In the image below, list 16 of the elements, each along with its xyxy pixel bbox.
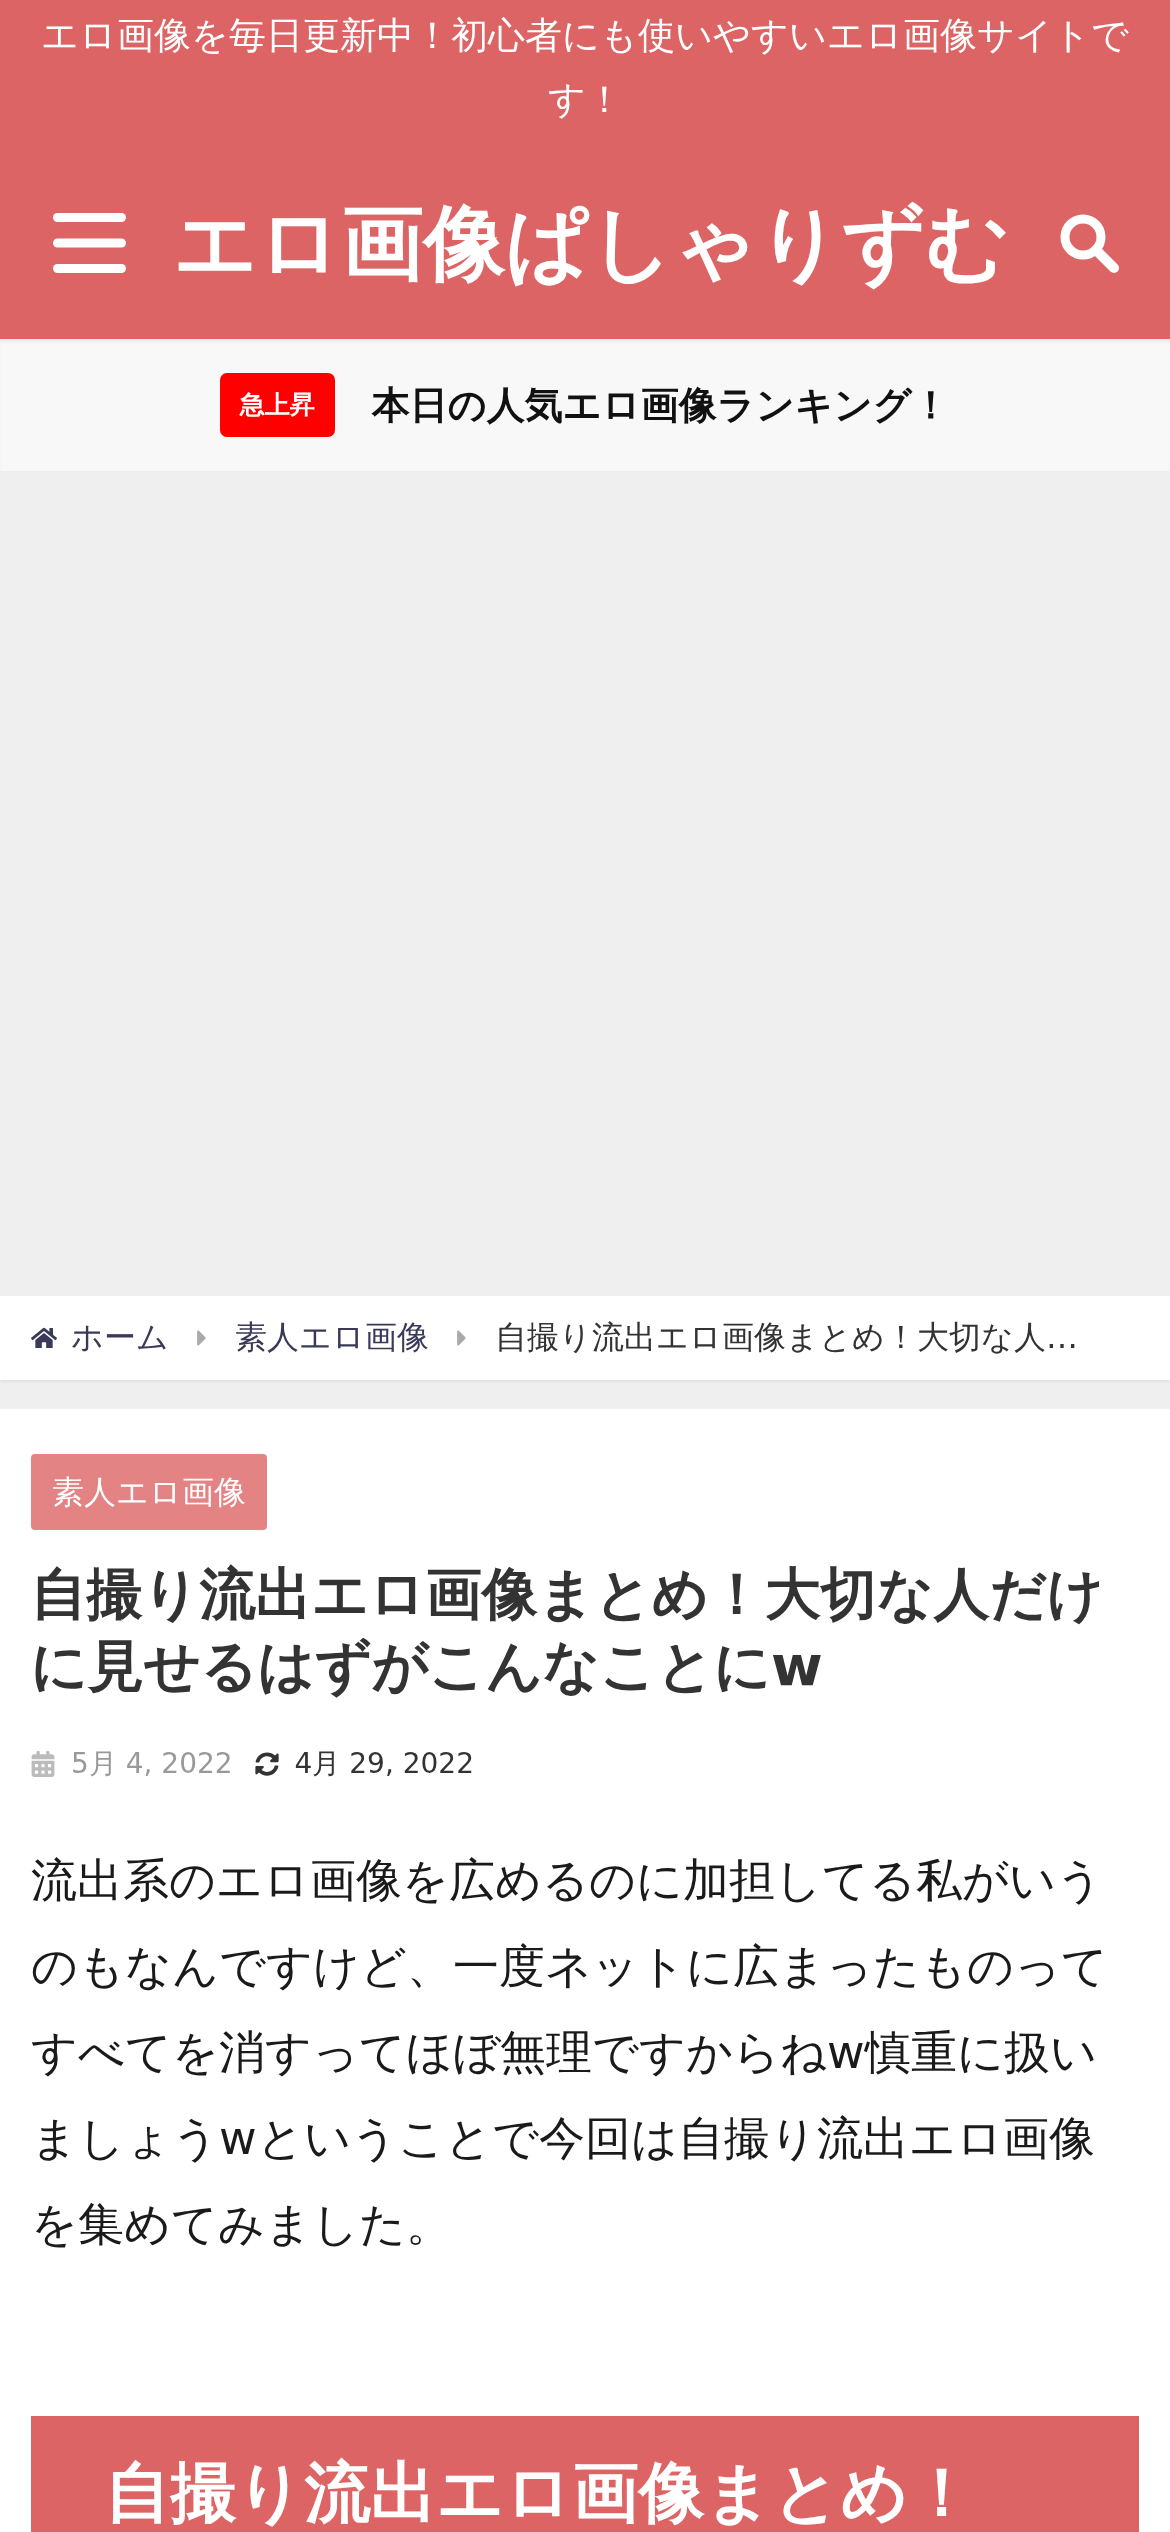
updated-date: 4月 29, 2022 — [294, 1746, 474, 1782]
breadcrumb-link[interactable]: 素人エロ画像 — [235, 1316, 429, 1360]
breadcrumb-current: 自撮り流出エロ画像まとめ！大切な人… — [495, 1317, 1078, 1358]
published-date: 5月 4, 2022 — [71, 1746, 233, 1782]
trending-badge: 急上昇 — [220, 373, 335, 437]
home-icon — [31, 1326, 57, 1350]
intro-paragraph: 流出系のエロ画像を広めるのに加担してる私がいうのもなんですけど、一度ネットに広まったものってすべてを消すってほぼ無理ですからねw慎重に扱いましょうwということで今回は自撮り流出エロ画像を集めてみました。 — [31, 1852, 1109, 2253]
menu-icon — [53, 212, 126, 273]
ranking-link[interactable]: 本日の人気エロ画像ランキング！ — [372, 379, 950, 431]
menu-button[interactable] — [53, 212, 126, 273]
site-tagline: エロ画像を毎日更新中！初心者にも使いやすいエロ画像サイトです！ — [40, 13, 1130, 123]
article-title: 自撮り流出エロ画像まとめ！大切な人だけに見せるはずがこんなことにw — [31, 1560, 1105, 1700]
calendar-icon — [31, 1751, 55, 1777]
refresh-icon — [254, 1752, 279, 1776]
section-heading: 自撮り流出エロ画像まとめ！ — [31, 2416, 1139, 2532]
breadcrumb-home-link[interactable]: ホーム — [31, 1316, 169, 1360]
